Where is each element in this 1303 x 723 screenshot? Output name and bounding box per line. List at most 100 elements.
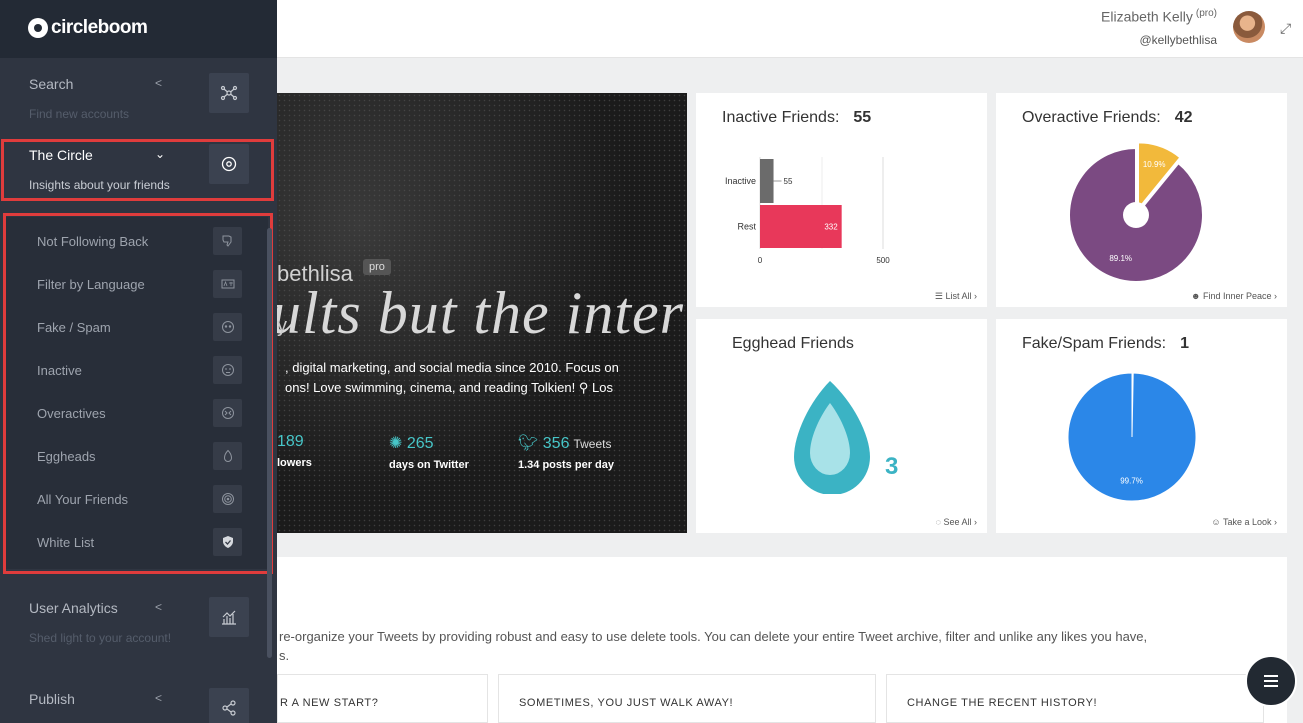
- card-title: Egghead Friends: [732, 335, 854, 352]
- sidebar: circleboom Search < Find new accounts Th…: [0, 0, 277, 723]
- user-handle: @kellybethlisa: [1139, 32, 1217, 47]
- box-title: R A NEW START?: [280, 697, 379, 709]
- egghead-count: 3: [885, 453, 899, 480]
- section-title: User Analytics: [29, 600, 118, 616]
- stat-value: 189: [277, 433, 304, 450]
- take-a-look-link[interactable]: ☺ Take a Look ›: [1211, 517, 1277, 527]
- description-line: s.: [279, 648, 290, 663]
- stat-value: 356: [542, 435, 570, 452]
- feature-box-new-start[interactable]: R A NEW START?: [277, 674, 488, 723]
- menu-fab-button[interactable]: [1245, 655, 1297, 707]
- card-title: Overactive Friends: 42: [1022, 109, 1193, 127]
- link-text: List All: [945, 291, 972, 301]
- pie-label: 89.1%: [1109, 254, 1132, 263]
- bar-value-label: 55: [784, 177, 793, 186]
- section-title: Search: [29, 76, 74, 92]
- highlight-box-circle: [1, 139, 274, 201]
- sidebar-section-publish[interactable]: Publish <: [0, 673, 277, 723]
- stat-label: days on Twitter: [389, 459, 469, 471]
- network-icon[interactable]: [209, 73, 249, 113]
- panel-description: re-organize your Tweets by providing rob…: [279, 627, 1269, 665]
- logo[interactable]: circleboom: [28, 17, 148, 39]
- fakespam-pie-chart: 99.7%: [1067, 372, 1197, 502]
- section-subtitle: Find new accounts: [29, 107, 130, 121]
- chevron-left-icon: <: [155, 76, 163, 90]
- banner-pro-badge: pro: [363, 259, 391, 275]
- link-text: See All: [943, 517, 972, 527]
- banner-name-fragment: y: [277, 315, 287, 337]
- card-fake-spam-friends: Fake/Spam Friends: 1 99.7% ☺ Take a Look …: [996, 319, 1287, 533]
- stat-label: lowers: [277, 457, 312, 469]
- banner-script-text: ults but the inter: [277, 280, 684, 346]
- pro-badge: (pro): [1195, 8, 1217, 19]
- user-info[interactable]: Elizabeth Kelly (pro) @kellybethlisa: [1101, 8, 1217, 47]
- egg-icon: [794, 381, 870, 494]
- stat-label: 1.34 posts per day: [518, 459, 614, 471]
- stat-unit: Tweets: [573, 437, 612, 451]
- card-count: 42: [1174, 109, 1193, 126]
- card-title-text: Overactive Friends:: [1022, 109, 1161, 126]
- card-overactive-friends: Overactive Friends: 42 10.9% 89.1% ☻ Find …: [996, 93, 1287, 307]
- feature-box-recent-history[interactable]: CHANGE THE RECENT HISTORY!: [886, 674, 1264, 723]
- sidebar-section-user-analytics[interactable]: User Analytics < Shed light to your acco…: [0, 582, 277, 654]
- feature-box-walk-away[interactable]: SOMETIMES, YOU JUST WALK AWAY!: [498, 674, 876, 723]
- card-inactive-friends: Inactive Friends: 55 Inactive 55 Rest 332 0 50…: [696, 93, 987, 307]
- location-pin-icon: ⚲: [578, 380, 589, 395]
- card-count: 55: [853, 109, 872, 126]
- bio-line: , digital marketing, and social media si…: [285, 360, 619, 375]
- pie-label: 99.7%: [1120, 477, 1143, 486]
- twitter-bird-icon: 🐦︎: [518, 435, 539, 452]
- card-title-text: Inactive Friends:: [722, 109, 840, 126]
- link-text: Take a Look: [1222, 517, 1272, 527]
- find-inner-peace-link[interactable]: ☻ Find Inner Peace ›: [1191, 291, 1277, 301]
- card-title: Fake/Spam Friends: 1: [1022, 335, 1189, 353]
- bar-inactive: [760, 159, 774, 203]
- bio-line: ons! Love swimming, cinema, and reading …: [285, 380, 576, 395]
- card-count: 1: [1180, 335, 1189, 352]
- box-title: SOMETIMES, YOU JUST WALK AWAY!: [519, 697, 734, 709]
- x-tick-label: 500: [876, 256, 890, 265]
- logo-icon: [28, 18, 48, 38]
- user-name: Elizabeth Kelly: [1101, 8, 1193, 25]
- chevron-left-icon: <: [155, 600, 163, 614]
- x-tick-label: 0: [758, 256, 763, 265]
- bio-location: Los: [592, 380, 613, 395]
- stat-days: ✺ 265 days on Twitter: [389, 433, 469, 471]
- box-title: CHANGE THE RECENT HISTORY!: [907, 697, 1098, 709]
- list-icon: ☰: [934, 291, 943, 301]
- chevron-left-icon: <: [155, 691, 163, 705]
- stat-tweets: 🐦︎ 356 Tweets 1.34 posts per day: [518, 433, 614, 471]
- bar-category-label: Inactive: [725, 176, 756, 186]
- section-subtitle: Shed light to your account!: [29, 631, 172, 645]
- bar-category-label: Rest: [737, 222, 756, 232]
- expand-icon[interactable]: ⤢: [1280, 20, 1291, 37]
- hyper-icon: ☻: [1190, 291, 1201, 301]
- egg-icon: ◌: [935, 517, 941, 527]
- avatar[interactable]: [1233, 11, 1265, 43]
- stat-value: 265: [406, 435, 434, 452]
- chart-icon[interactable]: [209, 597, 249, 637]
- bar-value-label: 332: [824, 223, 838, 232]
- stat-followers: 189 lowers: [277, 433, 312, 469]
- pie-hole: [1123, 202, 1149, 228]
- section-title: Publish: [29, 691, 75, 707]
- sidebar-section-search[interactable]: Search < Find new accounts: [0, 58, 277, 130]
- list-all-link[interactable]: ☰ List All ›: [935, 291, 977, 302]
- mask-icon: ☺: [1211, 517, 1221, 527]
- share-icon[interactable]: [209, 688, 249, 723]
- highlight-box-submenu: [3, 213, 273, 574]
- description-line: re-organize your Tweets by providing rob…: [279, 629, 1148, 644]
- profile-banner: bethlisa pro ults but the inter y , digi…: [277, 93, 687, 533]
- see-all-link[interactable]: ◌ See All ›: [936, 517, 977, 527]
- card-egghead-friends: Egghead Friends 3 ◌ See All ›: [696, 319, 987, 533]
- inactive-bar-chart: Inactive 55 Rest 332 0 500: [725, 157, 890, 265]
- badge-icon: ✺: [389, 435, 403, 452]
- logo-area: circleboom: [0, 0, 277, 58]
- banner-bio: , digital marketing, and social media si…: [285, 358, 619, 398]
- pie-label: 10.9%: [1143, 160, 1166, 169]
- card-title: Inactive Friends: 55: [722, 109, 871, 127]
- overactive-pie-chart: 10.9% 89.1%: [1068, 141, 1204, 283]
- logo-text: circleboom: [51, 17, 148, 38]
- card-title-text: Fake/Spam Friends:: [1022, 335, 1167, 352]
- link-text: Find Inner Peace: [1202, 291, 1272, 301]
